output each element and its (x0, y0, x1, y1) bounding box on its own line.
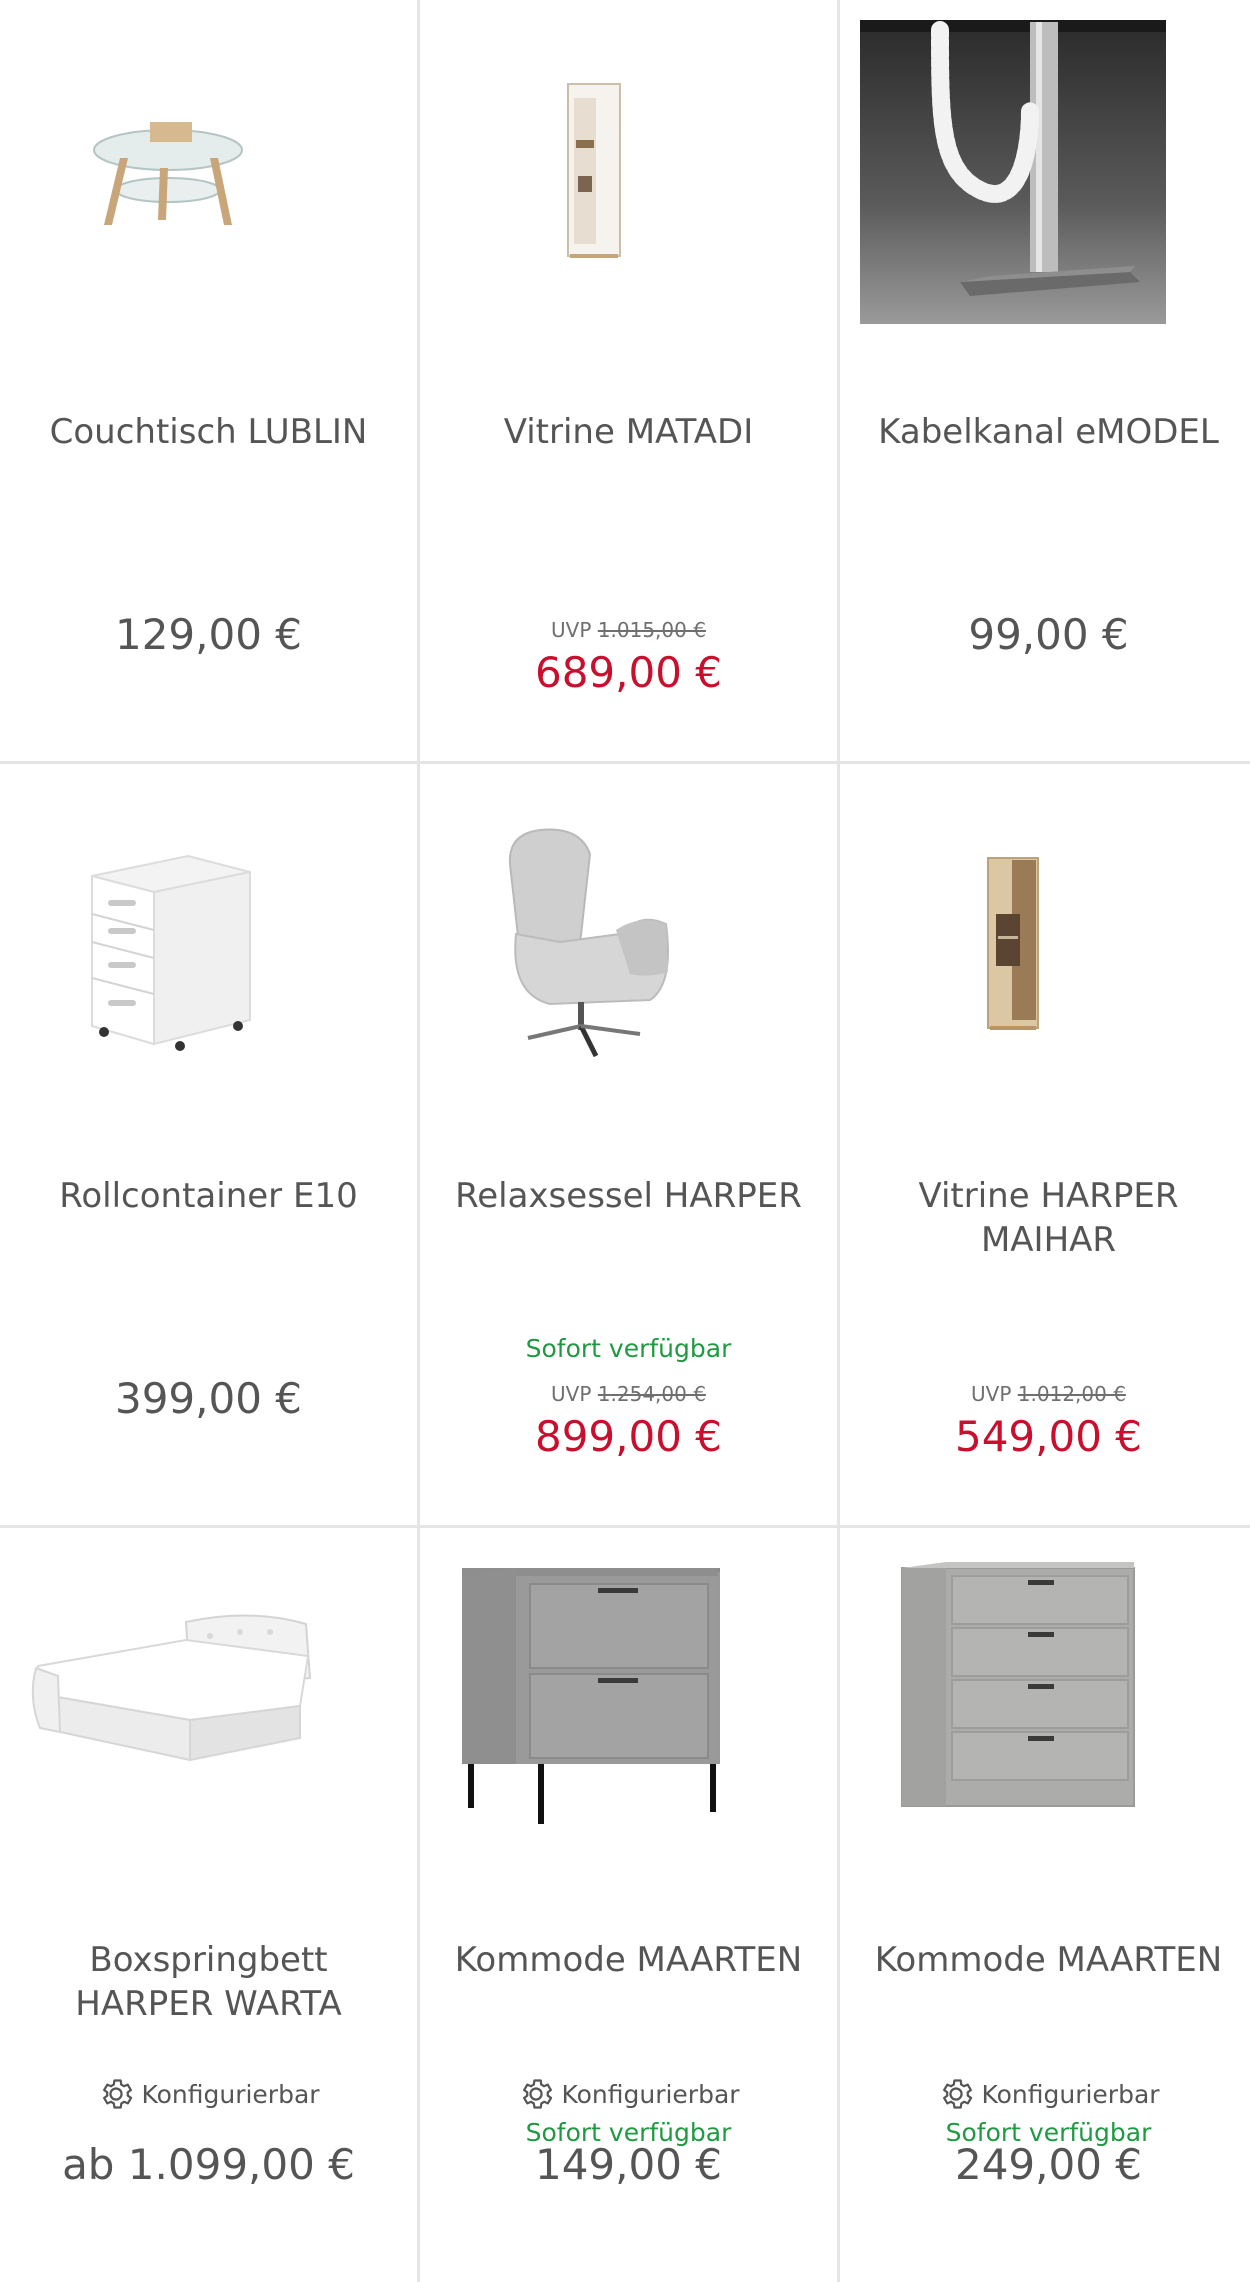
uvp-label: UVP (551, 618, 592, 642)
product-card[interactable]: Boxspringbett HARPER WARTA Konfigurierba… (0, 1528, 417, 2282)
product-card[interactable]: Kommode MAARTEN Konfigurierbar Sofort ve… (840, 1528, 1250, 2282)
product-image-cable-duct-photo[interactable] (840, 0, 1250, 380)
product-grid: Couchtisch LUBLIN 129,00 € Vitrine MATAD… (0, 0, 1250, 2282)
product-card[interactable]: Kommode MAARTEN Konfigurierbar Sofort ve… (420, 1528, 837, 2282)
product-card[interactable]: Kabelkanal eMODEL 99,00 € (840, 0, 1250, 764)
product-image-glass-coffee-table[interactable] (0, 0, 417, 380)
uvp-label: UVP (551, 1382, 592, 1406)
product-card[interactable]: Vitrine MATADI UVP 1.015,00 € 689,00 € (420, 0, 837, 764)
row-divider (0, 761, 1250, 764)
product-image-white-drawer-container[interactable] (0, 764, 417, 1144)
uvp-price-line: UVP 1.254,00 € (420, 1382, 837, 1406)
product-title[interactable]: Kommode MAARTEN (860, 1938, 1237, 1982)
product-title[interactable]: Kommode MAARTEN (440, 1938, 817, 1982)
configurable-badge: Konfigurierbar (840, 2075, 1250, 2113)
product-title[interactable]: Vitrine HARPER MAIHAR (860, 1174, 1237, 1262)
product-title[interactable]: Couchtisch LUBLIN (20, 410, 397, 454)
uvp-price: 1.012,00 € (1017, 1382, 1126, 1406)
uvp-price-line: UVP 1.012,00 € (840, 1382, 1250, 1406)
product-card[interactable]: Vitrine HARPER MAIHAR UVP 1.012,00 € 549… (840, 764, 1250, 1528)
uvp-label: UVP (971, 1382, 1012, 1406)
product-title[interactable]: Rollcontainer E10 (20, 1174, 397, 1218)
sale-price: 549,00 € (954, 1412, 1143, 1461)
row-divider (0, 1525, 1250, 1528)
column-divider (417, 0, 420, 2282)
sale-price: 899,00 € (534, 1412, 723, 1461)
product-price: 99,00 € (968, 610, 1129, 659)
product-image-grey-recliner-chair[interactable] (420, 764, 837, 1144)
product-card[interactable]: Relaxsessel HARPER Sofort verfügbar UVP … (420, 764, 837, 1528)
sale-price: 689,00 € (534, 648, 723, 697)
product-image-oak-display-cabinet[interactable] (840, 764, 1250, 1144)
product-card[interactable]: Rollcontainer E10 399,00 € (0, 764, 417, 1528)
product-title[interactable]: Kabelkanal eMODEL (860, 410, 1237, 454)
uvp-price: 1.015,00 € (597, 618, 706, 642)
product-price: 129,00 € (114, 610, 303, 659)
product-image-white-boxspring-bed[interactable] (0, 1528, 417, 1908)
product-title[interactable]: Vitrine MATADI (440, 410, 817, 454)
configurable-label: Konfigurierbar (561, 2079, 740, 2109)
configurable-label: Konfigurierbar (981, 2079, 1160, 2109)
product-price: 399,00 € (114, 1374, 303, 1423)
gear-icon (943, 2079, 973, 2109)
availability-label: Sofort verfügbar (525, 1334, 732, 1363)
uvp-price-line: UVP 1.015,00 € (420, 618, 837, 642)
configurable-badge: Konfigurierbar (0, 2075, 417, 2113)
product-price: 149,00 € (534, 2140, 723, 2189)
product-card[interactable]: Couchtisch LUBLIN 129,00 € (0, 0, 417, 764)
product-image-grey-chest-of-drawers[interactable] (840, 1528, 1250, 1908)
product-title[interactable]: Boxspringbett HARPER WARTA (20, 1938, 397, 2026)
configurable-label: Konfigurierbar (141, 2079, 320, 2109)
product-image-grey-nightstand[interactable] (420, 1528, 837, 1908)
uvp-price: 1.254,00 € (597, 1382, 706, 1406)
product-image-white-display-cabinet[interactable] (420, 0, 837, 380)
product-title[interactable]: Relaxsessel HARPER (440, 1174, 817, 1218)
product-price: 249,00 € (954, 2140, 1143, 2189)
column-divider (837, 0, 840, 2282)
configurable-badge: Konfigurierbar (420, 2075, 837, 2113)
product-price: ab 1.099,00 € (62, 2140, 355, 2189)
gear-icon (103, 2079, 133, 2109)
gear-icon (523, 2079, 553, 2109)
